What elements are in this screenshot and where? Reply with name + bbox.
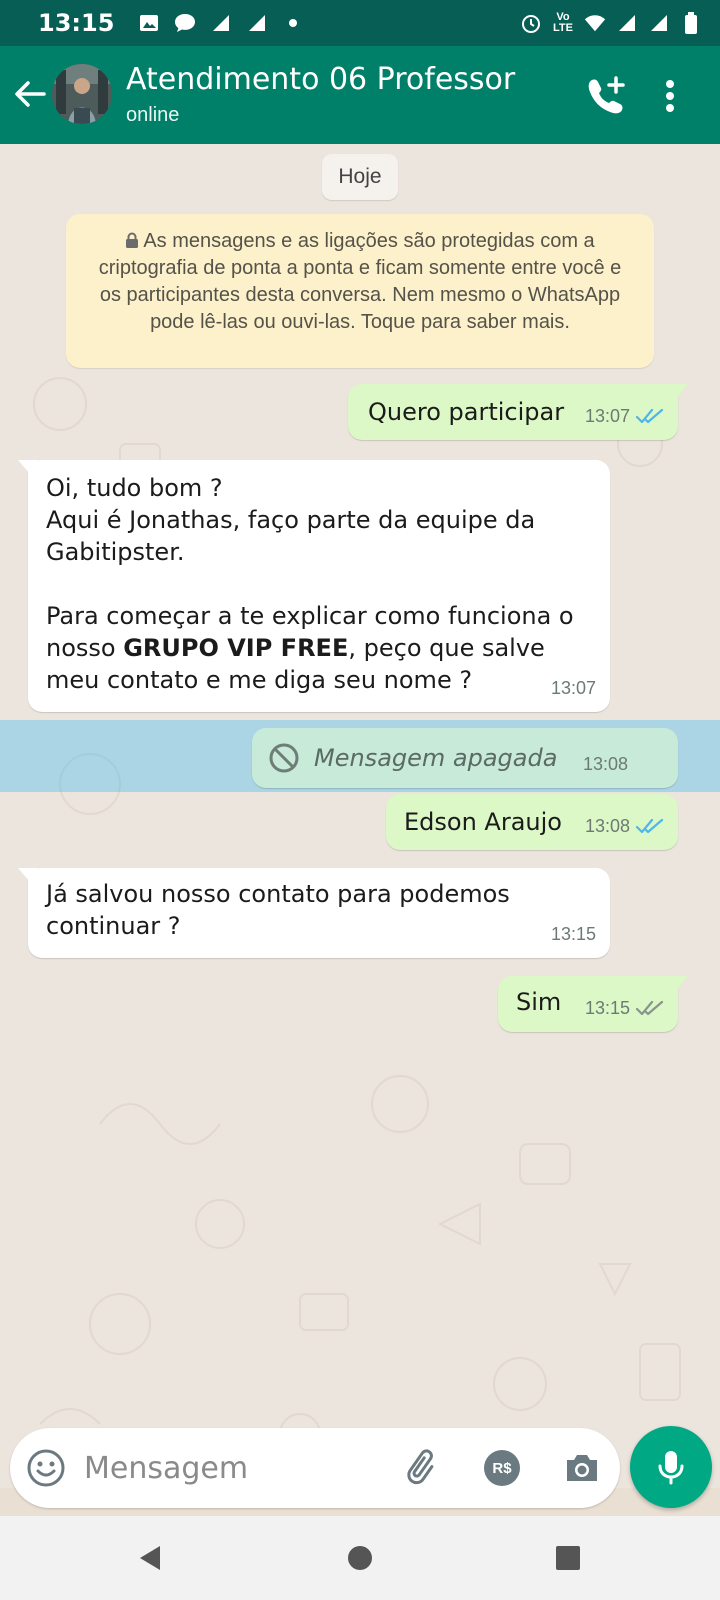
message-text: Edson Araujo bbox=[404, 808, 562, 836]
encryption-notice[interactable]: As mensagens e as ligações são protegida… bbox=[66, 214, 654, 368]
message-composer: R$ bbox=[10, 1428, 620, 1508]
chat-area[interactable]: Hoje As mensagens e as ligações são prot… bbox=[0, 144, 720, 1488]
message-bubble-incoming[interactable]: Já salvou nosso contato para podemos con… bbox=[18, 868, 610, 958]
status-bar: 13:15 Vo LTE bbox=[0, 0, 720, 46]
wifi-icon bbox=[584, 12, 606, 34]
alarm-icon bbox=[520, 12, 542, 34]
dot-icon bbox=[282, 12, 304, 34]
volte-icon: Vo LTE bbox=[553, 11, 573, 34]
battery-icon bbox=[680, 12, 702, 34]
message-time: 13:15 bbox=[584, 998, 630, 1018]
image-icon bbox=[138, 12, 160, 34]
chat-header: Atendimento 06 Professor online bbox=[0, 46, 720, 144]
double-check-read-icon bbox=[636, 818, 664, 834]
message-time: 13:08 bbox=[582, 754, 628, 774]
arrow-back-icon[interactable] bbox=[10, 74, 50, 114]
message-time: 13:07 bbox=[584, 406, 630, 426]
message-meta: 13:08 bbox=[583, 748, 628, 780]
signal-icon bbox=[616, 12, 638, 34]
chat-status: online bbox=[126, 104, 180, 126]
message-bubble-outgoing[interactable]: Edson Araujo 13:08 bbox=[386, 794, 678, 850]
message-meta: 13:08 bbox=[585, 810, 664, 842]
nav-recents-icon[interactable] bbox=[552, 1542, 584, 1574]
chat-title[interactable]: Atendimento 06 Professor bbox=[126, 62, 515, 97]
system-navigation-bar bbox=[0, 1516, 720, 1600]
message-bubble-deleted[interactable]: Mensagem apagada 13:08 bbox=[252, 728, 678, 788]
mic-icon bbox=[658, 1451, 684, 1485]
message-text: Mensagem apagada bbox=[314, 744, 558, 772]
add-call-icon[interactable] bbox=[584, 74, 628, 118]
message-text: Quero participar bbox=[368, 398, 565, 426]
message-input[interactable] bbox=[84, 1442, 384, 1494]
message-text: Já salvou nosso contato para podemos con… bbox=[46, 880, 510, 940]
encryption-notice-text: As mensagens e as ligações são protegida… bbox=[98, 230, 622, 333]
more-vert-icon[interactable] bbox=[660, 76, 680, 116]
message-line: Oi, tudo bom ? bbox=[46, 474, 223, 502]
camera-icon[interactable] bbox=[562, 1448, 602, 1488]
signal-icon bbox=[648, 12, 670, 34]
nav-back-icon[interactable] bbox=[134, 1542, 166, 1574]
message-time: 13:08 bbox=[584, 816, 630, 836]
chat-icon bbox=[174, 12, 196, 34]
emoji-icon[interactable] bbox=[26, 1448, 66, 1488]
signal-icon bbox=[246, 12, 268, 34]
message-bubble-outgoing[interactable]: Sim 13:15 bbox=[498, 976, 688, 1032]
double-check-delivered-icon bbox=[636, 1000, 664, 1016]
message-line: Aqui é Jonathas, faço parte da equipe da… bbox=[46, 506, 536, 566]
message-text: Oi, tudo bom ? Aqui é Jonathas, faço par… bbox=[46, 472, 598, 696]
payment-icon[interactable]: R$ bbox=[484, 1450, 520, 1486]
lock-icon bbox=[126, 232, 139, 248]
mic-button[interactable] bbox=[630, 1426, 712, 1508]
message-meta: 13:15 bbox=[551, 918, 596, 950]
message-time: 13:07 bbox=[550, 678, 596, 698]
message-meta: 13:07 bbox=[551, 672, 596, 704]
double-check-read-icon bbox=[636, 408, 664, 424]
message-meta: 13:15 bbox=[585, 992, 664, 1024]
message-bubble-incoming[interactable]: Oi, tudo bom ? Aqui é Jonathas, faço par… bbox=[18, 460, 610, 712]
message-bubble-outgoing[interactable]: Quero participar 13:07 bbox=[348, 384, 688, 440]
date-chip: Hoje bbox=[322, 154, 398, 200]
message-time: 13:15 bbox=[550, 924, 596, 944]
message-text: Sim bbox=[516, 988, 562, 1016]
avatar[interactable] bbox=[52, 64, 112, 124]
status-time: 13:15 bbox=[38, 9, 115, 37]
nav-home-icon[interactable] bbox=[344, 1542, 376, 1574]
message-meta: 13:07 bbox=[585, 400, 664, 432]
attach-icon[interactable] bbox=[404, 1448, 444, 1488]
deleted-icon bbox=[269, 743, 299, 773]
signal-icon bbox=[210, 12, 232, 34]
message-line: Para começar a te explicar como funciona… bbox=[46, 602, 574, 694]
